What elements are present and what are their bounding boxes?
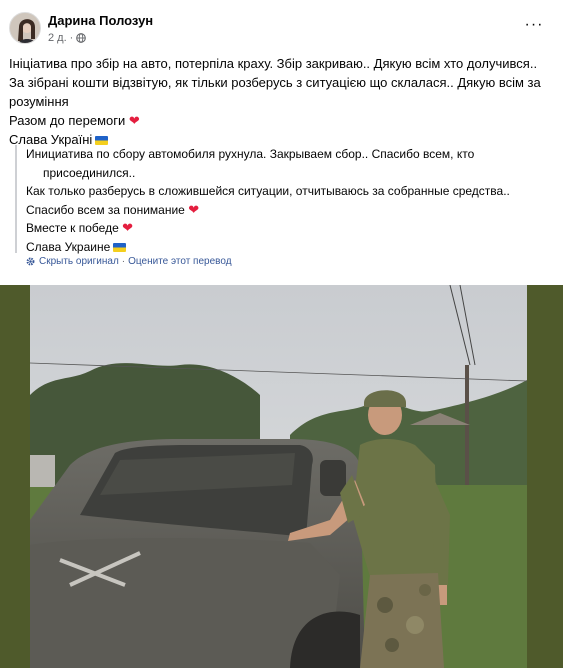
post-header: Дарина Полозун 2 д. · ··· [0, 0, 563, 46]
translation-block: Инициатива по сбору автомобиля рухнула. … [15, 145, 545, 254]
ukraine-flag-icon [113, 242, 127, 252]
controls-separator: · [121, 256, 126, 267]
post-text: Ініціатива про збір на авто, потерпіла к… [9, 54, 549, 149]
author-name[interactable]: Дарина Полозун [48, 13, 153, 28]
gear-icon[interactable] [25, 256, 36, 267]
post-text-line: розуміння [9, 94, 69, 109]
post-text-segment: Разом до перемоги [9, 113, 126, 128]
facebook-post: Дарина Полозун 2 д. · ··· Ініціатива про… [0, 0, 563, 668]
rate-translation-link[interactable]: Оцените этот перевод [128, 256, 231, 267]
heart-icon: ❤ [188, 201, 200, 217]
heart-icon: ❤ [128, 113, 140, 128]
photo-frame [0, 285, 563, 668]
post-timestamp[interactable]: 2 д. [48, 32, 67, 44]
post-text-line: Ініціатива про збір на авто, потерпіла к… [9, 56, 538, 71]
translation-line: присоединился.. [43, 165, 136, 180]
translation-line: Спасибо всем за понимание ❤ [26, 201, 545, 220]
translation-line: Инициатива по сбору автомобиля рухнула. … [26, 147, 475, 161]
photo-soldier-with-truck [30, 285, 527, 668]
avatar[interactable] [9, 12, 41, 44]
meta-separator: · [69, 32, 74, 44]
translation-segment: Вместе к победе [26, 221, 119, 235]
translation-segment: Слава Украине [26, 239, 111, 254]
post-text-line: Разом до перемоги ❤ [9, 111, 549, 130]
translation-segment: Спасибо всем за понимание [26, 202, 185, 217]
heart-icon: ❤ [122, 220, 133, 235]
globe-icon[interactable] [76, 33, 87, 43]
avatar-image [10, 13, 40, 43]
post-text-line: За зібрані кошти відзвітую, як тільки ро… [9, 75, 541, 90]
translation-controls: Скрыть оригинал · Оцените этот перевод [25, 256, 232, 267]
ukraine-flag-icon [95, 136, 109, 145]
translation-line: Слава Украине [26, 238, 545, 257]
more-dots-icon[interactable]: ··· [522, 16, 546, 34]
post-photo[interactable] [30, 285, 527, 668]
translation-line: Вместе к победе ❤ [26, 219, 545, 238]
post-meta: 2 д. · [48, 32, 87, 44]
hide-original-link[interactable]: Скрыть оригинал [39, 256, 119, 267]
translation-line: Как только разберусь в сложившейся ситуа… [26, 184, 510, 198]
